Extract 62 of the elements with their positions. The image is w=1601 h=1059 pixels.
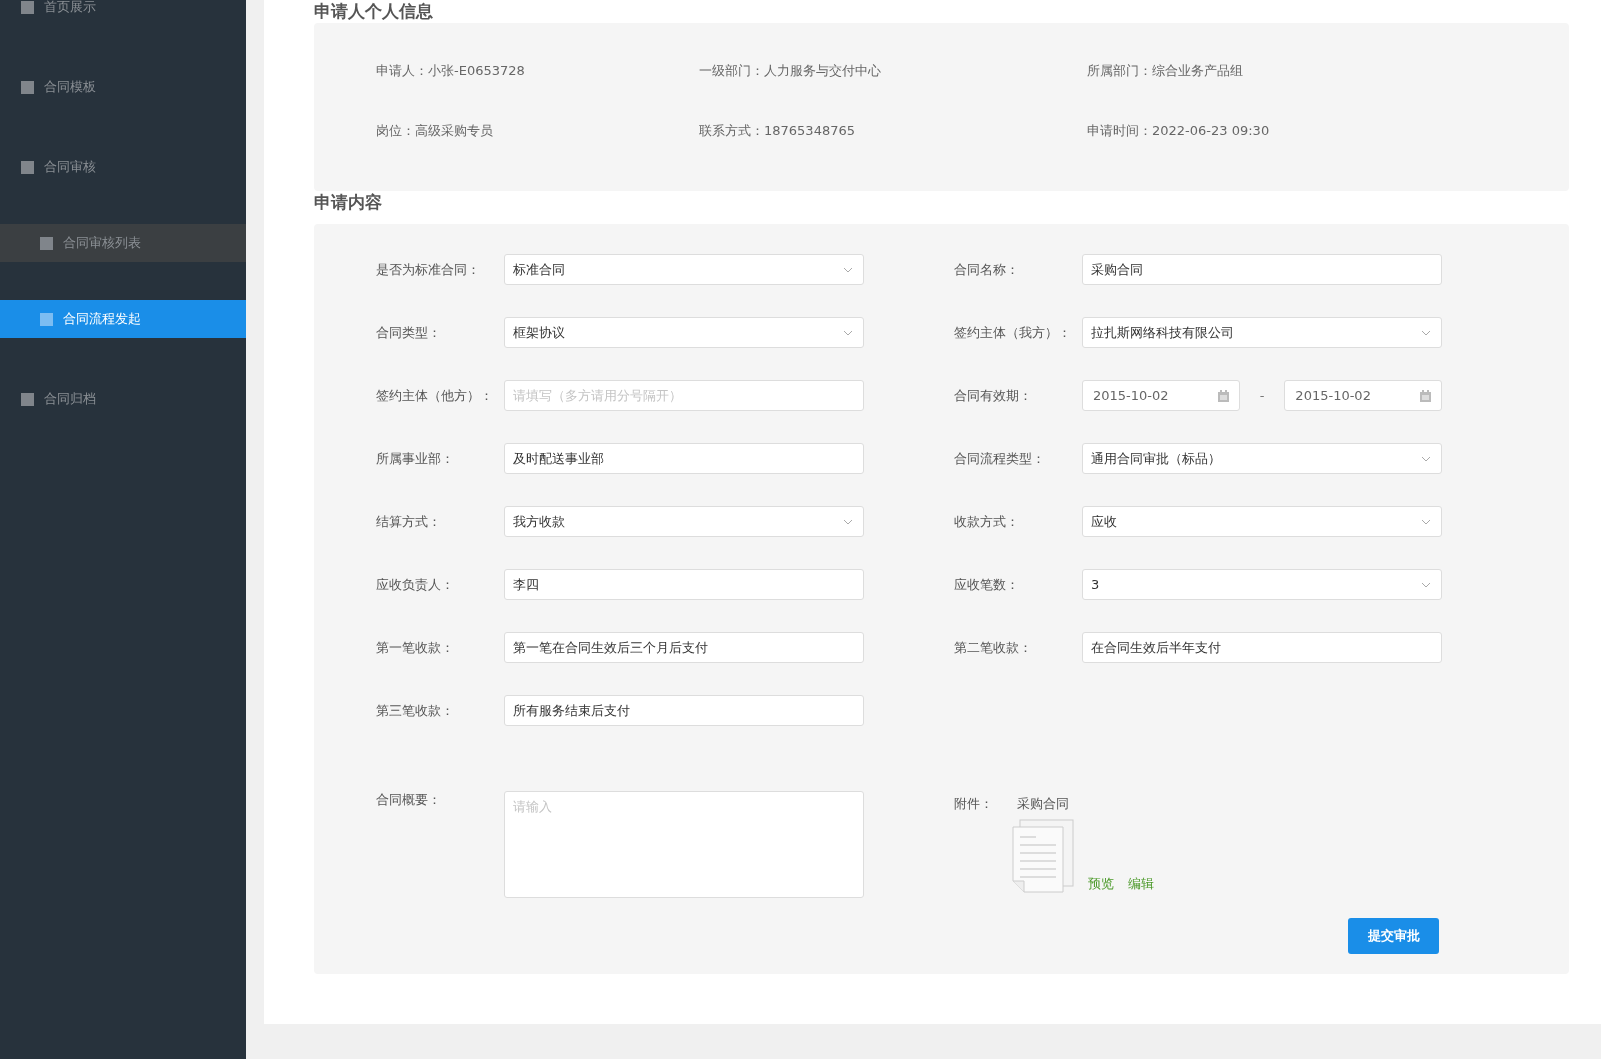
select-field[interactable]: 框架协议	[504, 317, 864, 348]
info-text: 联系方式：18765348765	[699, 122, 856, 140]
field-label: 签约主体（我方）：	[954, 323, 1072, 342]
field-label: 应收负责人：	[376, 575, 455, 594]
select-field[interactable]: 应收	[1082, 506, 1442, 537]
chevron-down-icon	[843, 266, 853, 273]
calendar-icon	[1217, 389, 1229, 402]
range-separator: -	[1259, 388, 1265, 403]
sidebar-item[interactable]: 首页展示	[0, 0, 246, 26]
field-label: 结算方式：	[376, 512, 442, 531]
field-label: 是否为标准合同：	[376, 260, 481, 279]
attachment-name: 采购合同	[1017, 795, 1069, 813]
field-label: 合同类型：	[376, 323, 442, 342]
sidebar-item[interactable]: 合同模板	[0, 68, 246, 106]
select-field[interactable]: 拉扎斯网络科技有限公司	[1082, 317, 1442, 348]
square-icon	[21, 0, 34, 14]
square-icon	[21, 160, 34, 174]
field-label: 第一笔收款：	[376, 638, 455, 657]
square-icon	[21, 80, 34, 94]
square-icon	[40, 312, 53, 326]
info-text: 申请时间：2022-06-23 09:30	[1087, 122, 1271, 140]
select-field[interactable]: 我方收款	[504, 506, 864, 537]
field-label: 合同流程类型：	[954, 449, 1046, 468]
square-icon	[21, 392, 34, 406]
select-field[interactable]: 3	[1082, 569, 1442, 600]
field-label: 第二笔收款：	[954, 638, 1033, 657]
select-field[interactable]: 标准合同	[504, 254, 864, 285]
field-label: 签约主体（他方）：	[376, 386, 494, 405]
input-field[interactable]: 采购合同	[1082, 254, 1442, 285]
chevron-down-icon	[1421, 329, 1431, 336]
chevron-down-icon	[843, 518, 853, 525]
info-text: 岗位：高级采购专员	[376, 122, 494, 140]
sidebar-item[interactable]: 合同审核	[0, 148, 246, 186]
info-text: 所属部门：综合业务产品组	[1087, 62, 1244, 80]
field-label: 附件：	[954, 795, 993, 813]
input-field[interactable]: 所有服务结束后支付	[504, 695, 864, 726]
field-label: 合同概要：	[376, 791, 442, 809]
date-field[interactable]: 2015-10-02	[1082, 380, 1240, 411]
field-label: 收款方式：	[954, 512, 1020, 531]
input-field[interactable]: 李四	[504, 569, 864, 600]
input-field[interactable]: 第一笔在合同生效后三个月后支付	[504, 632, 864, 663]
chevron-down-icon	[1421, 455, 1431, 462]
info-text: 一级部门：人力服务与交付中心	[699, 62, 882, 80]
input-field[interactable]: 在合同生效后半年支付	[1082, 632, 1442, 663]
field-label: 所属事业部：	[376, 449, 455, 468]
field-label: 第三笔收款：	[376, 701, 455, 720]
input-field[interactable]: 及时配送事业部	[504, 443, 864, 474]
chevron-down-icon	[1421, 581, 1431, 588]
section-title: 申请人个人信息	[314, 0, 434, 23]
section-title: 申请内容	[314, 191, 383, 214]
info-text: 申请人：小张-E0653728	[376, 62, 526, 80]
field-label: 合同有效期：	[954, 386, 1033, 405]
document-icon	[1012, 819, 1074, 893]
calendar-icon	[1420, 389, 1431, 402]
field-label: 应收笔数：	[954, 575, 1020, 594]
square-icon	[40, 236, 53, 250]
chevron-down-icon	[843, 329, 853, 336]
sidebar-item[interactable]: 合同归档	[0, 380, 246, 418]
chevron-down-icon	[1421, 518, 1431, 525]
select-field[interactable]: 通用合同审批（标品）	[1082, 443, 1442, 474]
field-label: 合同名称：	[954, 260, 1020, 279]
date-field[interactable]: 2015-10-02	[1284, 380, 1442, 411]
